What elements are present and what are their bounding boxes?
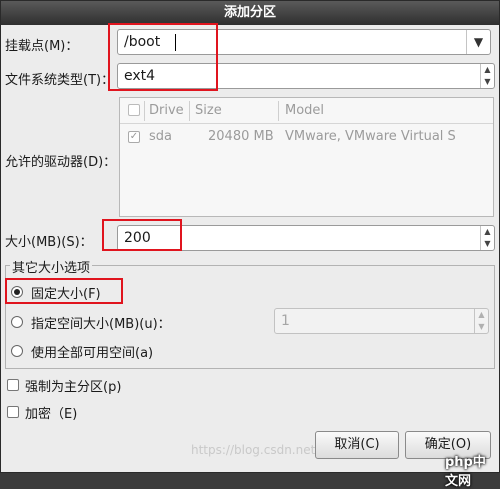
add-partition-dialog: 添加分区 挂载点(M)： /boot ▼ 文件系统类型(T)： ext4 ▲ ▼ … (0, 0, 500, 489)
fs-type-label: 文件系统类型(T)： (5, 73, 115, 88)
drives-label: 允许的驱动器(D)： (5, 155, 117, 170)
mount-point-label: 挂载点(M)： (5, 39, 79, 54)
fill-radio[interactable] (11, 345, 23, 357)
cancel-button[interactable]: 取消(C) (315, 431, 399, 459)
up-to-label[interactable]: 指定空间大小(MB)(u)： (31, 313, 171, 332)
encrypt-label[interactable]: 加密（E) (25, 403, 77, 422)
size-label: 大小(MB)(S)： (5, 235, 93, 250)
drive-name: sda (149, 129, 172, 144)
annotation-box-fixed-size (5, 278, 123, 304)
up-to-radio[interactable] (11, 316, 23, 328)
annotation-box-mount-fstype (108, 23, 218, 91)
encrypt-checkbox[interactable] (7, 406, 19, 418)
size-options-legend: 其它大小选项 (10, 257, 93, 276)
drive-size: 20480 MB (208, 129, 274, 144)
up-to-value: 1 (281, 313, 290, 329)
header-checkbox (128, 104, 140, 116)
drive-model: VMware, VMware Virtual S (285, 129, 456, 144)
force-primary-label[interactable]: 强制为主分区(p) (25, 376, 121, 395)
chevron-down-icon[interactable]: ▼ (466, 30, 490, 54)
annotation-box-size (102, 219, 182, 251)
col-model: Model (285, 103, 325, 118)
col-size: Size (195, 103, 222, 118)
table-row[interactable]: ✓ sda 20480 MB VMware, VMware Virtual S (120, 124, 493, 150)
col-drive: Drive (149, 103, 184, 118)
spin-arrows-icon[interactable]: ▲ ▼ (474, 309, 488, 333)
php-logo: php中文网 (445, 455, 486, 489)
dialog-title: 添加分区 (1, 1, 499, 25)
drives-table[interactable]: Drive Size Model ✓ sda 20480 MB VMware, … (119, 97, 494, 217)
select-arrows-icon[interactable]: ▲ ▼ (480, 64, 494, 88)
force-primary-checkbox[interactable] (7, 379, 19, 391)
spin-arrows-icon[interactable]: ▲ ▼ (480, 226, 494, 250)
drive-checkbox[interactable]: ✓ (128, 131, 140, 143)
fill-label[interactable]: 使用全部可用空间(a) (31, 342, 153, 361)
drives-header: Drive Size Model (120, 98, 493, 124)
watermark-text: https://blog.csdn.net/... (191, 443, 331, 457)
up-to-spinbox[interactable]: 1 ▲ ▼ (274, 308, 489, 334)
